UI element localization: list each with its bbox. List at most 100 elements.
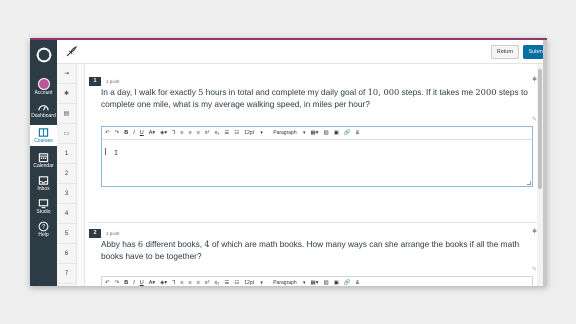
- question-text: In a day, I walk for exactly: [101, 87, 199, 97]
- question-number: 1: [89, 76, 101, 86]
- highlight-icon[interactable]: ◈▾: [160, 280, 167, 286]
- superscript-icon[interactable]: x²: [205, 280, 210, 286]
- text-color-icon[interactable]: A▾: [149, 280, 155, 286]
- nav-studio-label: Studio: [36, 209, 51, 215]
- table-icon[interactable]: ▦▾: [311, 280, 319, 286]
- bold-icon[interactable]: B: [124, 130, 128, 136]
- bullet-list-icon[interactable]: ☰: [224, 280, 229, 286]
- question-index: ⇥ ✱ ▤ ▭ 1 2 3 4 5 6 7 8: [57, 64, 77, 286]
- undo-icon[interactable]: ↶: [105, 280, 110, 286]
- text-cursor: [105, 148, 106, 155]
- question-index-item[interactable]: 5: [57, 224, 76, 244]
- calendar-icon: [38, 153, 49, 163]
- answer-editor[interactable]: ↶ ↷ B I U A▾ ◈▾ Ꞁ ≡ ≡ ≡ x² x₂ ☰ ☷ 12pt ▾…: [101, 276, 533, 286]
- question-text: Abby has: [101, 239, 138, 249]
- nav-courses-label: Courses: [34, 138, 53, 144]
- nav-help[interactable]: ? Help: [30, 221, 57, 238]
- math-value: 2000: [475, 87, 497, 97]
- align-center-icon[interactable]: ≡: [188, 280, 191, 286]
- nav-courses[interactable]: Courses: [30, 125, 57, 146]
- undo-icon[interactable]: ↶: [105, 130, 110, 136]
- question-text: steps. If it takes me: [399, 87, 476, 97]
- nav-inbox-label: Inbox: [37, 186, 50, 192]
- help-icon: ?: [38, 221, 49, 232]
- italic-icon[interactable]: I: [133, 130, 135, 136]
- pin-icon[interactable]: ✱: [57, 84, 76, 104]
- image-icon[interactable]: ▨: [323, 280, 328, 286]
- scrollbar-thumb[interactable]: [538, 69, 542, 189]
- dashboard-icon: [38, 105, 49, 111]
- redo-icon[interactable]: ↷: [115, 280, 120, 286]
- question-index-item[interactable]: 2: [57, 164, 76, 184]
- font-size-select[interactable]: 12pt ▾: [244, 130, 268, 136]
- question-index-item[interactable]: 8: [57, 284, 76, 286]
- clear-format-icon[interactable]: Ꞁ: [172, 280, 175, 286]
- redo-icon[interactable]: ↷: [115, 130, 120, 136]
- bold-icon[interactable]: B: [124, 280, 128, 286]
- link-icon[interactable]: 🔗: [344, 130, 351, 136]
- image-icon[interactable]: ▨: [323, 130, 328, 136]
- collapse-icon[interactable]: ⇥: [57, 64, 76, 84]
- underline-icon[interactable]: U: [140, 130, 144, 136]
- numbered-list-icon[interactable]: ☷: [234, 280, 239, 286]
- table-icon[interactable]: ▦▾: [311, 130, 319, 136]
- nav-account[interactable]: Account: [30, 70, 57, 96]
- superscript-icon[interactable]: x²: [205, 130, 210, 136]
- inbox-icon: [38, 176, 49, 185]
- paragraph-select[interactable]: Paragraph ▾: [273, 280, 305, 286]
- question-points: 1 point: [106, 78, 120, 84]
- link-icon[interactable]: 🔗: [344, 280, 351, 286]
- numbered-list-icon[interactable]: ☷: [234, 130, 239, 136]
- align-left-icon[interactable]: ≡: [180, 280, 183, 286]
- subscript-icon[interactable]: x₂: [214, 280, 219, 286]
- paragraph-value: Paragraph: [273, 130, 297, 136]
- nav-dashboard[interactable]: Dashboard: [30, 102, 57, 119]
- equation-icon[interactable]: &: [356, 130, 360, 136]
- align-right-icon[interactable]: ≡: [197, 130, 200, 136]
- rocket-icon: [66, 46, 77, 57]
- clear-format-icon[interactable]: Ꞁ: [172, 130, 175, 136]
- underline-icon[interactable]: U: [140, 280, 144, 286]
- avatar: [37, 78, 50, 90]
- bullet-list-icon[interactable]: ☰: [224, 130, 229, 136]
- nav-inbox[interactable]: Inbox: [30, 175, 57, 192]
- equation-icon[interactable]: &: [356, 280, 360, 286]
- canvas-logo-icon[interactable]: [35, 46, 53, 64]
- question-index-item[interactable]: 7: [57, 264, 76, 284]
- return-button[interactable]: Return: [491, 45, 519, 59]
- top-bar: Return Submit: [57, 40, 547, 64]
- question-text: hours in total and complete my daily goa…: [203, 87, 368, 97]
- flag-icon[interactable]: ▭: [57, 124, 76, 144]
- answer-editor[interactable]: ↶ ↷ B I U A▾ ◈▾ Ꞁ ≡ ≡ ≡ x² x₂ ☰ ☷ 12pt ▾…: [101, 126, 533, 187]
- question-index-item[interactable]: 6: [57, 244, 76, 264]
- answer-textarea[interactable]: I: [102, 140, 532, 186]
- italic-icon[interactable]: I: [133, 280, 135, 286]
- media-icon[interactable]: ▣: [334, 280, 339, 286]
- media-icon[interactable]: ▣: [334, 130, 339, 136]
- question-list: 1 1 point ✱ In a day, I walk for exactly…: [85, 64, 537, 286]
- nav-studio[interactable]: Studio: [30, 198, 57, 215]
- nav-calendar[interactable]: Calendar: [30, 152, 57, 169]
- resize-handle[interactable]: [527, 181, 531, 185]
- subscript-icon[interactable]: x₂: [214, 130, 219, 136]
- highlight-icon[interactable]: ◈▾: [160, 130, 167, 136]
- question-index-item[interactable]: 3: [57, 184, 76, 204]
- font-size-value: 12pt: [244, 130, 254, 136]
- align-left-icon[interactable]: ≡: [180, 130, 183, 136]
- app-frame: Account Dashboard Courses Calendar Inbox…: [30, 38, 547, 286]
- question-index-item[interactable]: 4: [57, 204, 76, 224]
- question-index-item[interactable]: 1: [57, 144, 76, 164]
- question-1-header: 1 1 point: [89, 76, 120, 86]
- nav-account-label: Account: [34, 90, 53, 96]
- text-color-icon[interactable]: A▾: [149, 130, 155, 136]
- question-text: different books,: [143, 239, 205, 249]
- font-size-value: 12pt: [244, 280, 254, 286]
- align-center-icon[interactable]: ≡: [188, 130, 191, 136]
- global-nav: Account Dashboard Courses Calendar Inbox…: [30, 40, 57, 286]
- editor-toolbar: ↶ ↷ B I U A▾ ◈▾ Ꞁ ≡ ≡ ≡ x² x₂ ☰ ☷ 12pt ▾…: [102, 127, 532, 140]
- document-icon[interactable]: ▤: [57, 104, 76, 124]
- font-size-select[interactable]: 12pt ▾: [244, 280, 268, 286]
- question-2-header: 2 1 point: [89, 228, 120, 238]
- paragraph-select[interactable]: Paragraph ▾: [273, 130, 305, 136]
- align-right-icon[interactable]: ≡: [197, 280, 200, 286]
